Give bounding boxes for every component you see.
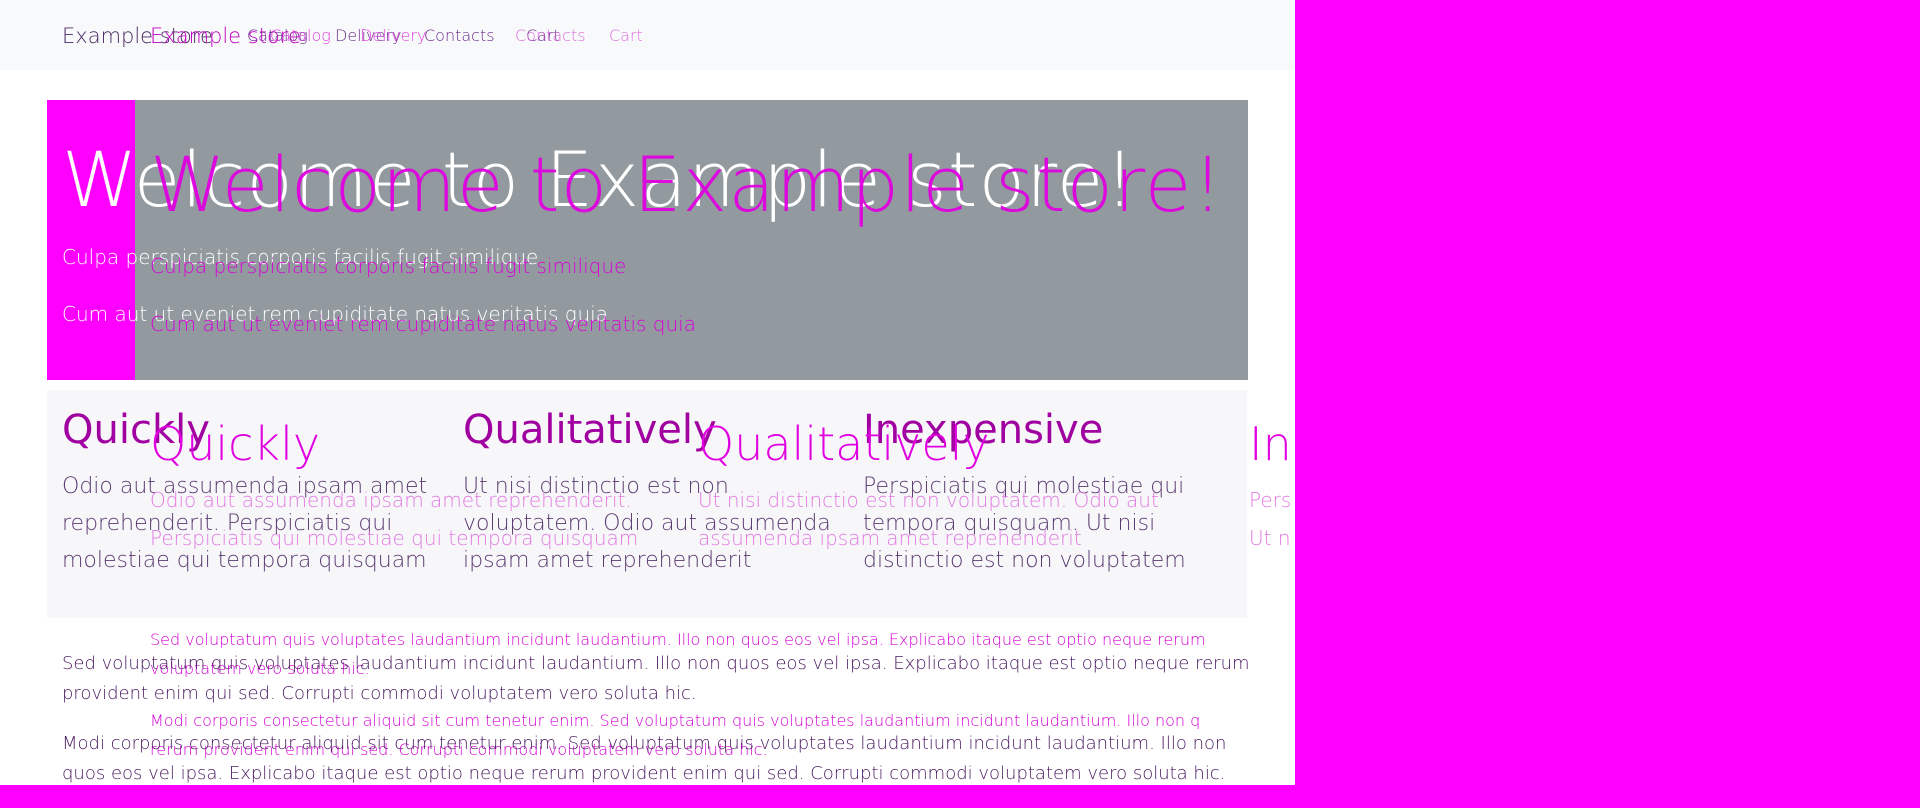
feature-title-quickly-ghost: Quickly — [150, 417, 321, 471]
feature-text-inexpensive-ghost-2: Ut n — [1249, 526, 1291, 550]
feature-title-qualitatively-ghost: Qualitatively — [698, 417, 990, 471]
feature-text-qualitatively-ghost-2: assumenda ipsam amet reprehenderit — [698, 526, 1082, 550]
nav-link-catalog-ghost[interactable]: Catalog — [270, 26, 331, 45]
feature-text-quickly-ghost-2: Perspiciatis qui molestiae qui tempora q… — [150, 526, 639, 550]
paragraph-2-ghost-line-1: Modi corporis consectetur aliquid sit cu… — [150, 711, 1201, 730]
paragraph-1-line-2: provident enim qui sed. Corrupti commodi… — [62, 683, 697, 704]
nav-link-contacts-ghost[interactable]: Contacts — [515, 26, 586, 45]
feature-title-qualitatively: Qualitatively — [463, 407, 717, 453]
hero-line-1-ghost: Culpa perspiciatis corporis facilis fugi… — [150, 254, 627, 278]
hero-line-2-ghost: Cum aut ut eveniet rem cupiditate natus … — [150, 312, 696, 336]
paragraph-2-line-1: Modi corporis consectetur aliquid sit cu… — [62, 733, 1227, 754]
nav-link-delivery-ghost[interactable]: Delivery — [360, 26, 426, 45]
paragraph-1-line-1: Sed voluptatum quis voluptates laudantiu… — [62, 653, 1250, 674]
feature-text-qualitatively-ghost-1: Ut nisi distinctio est non voluptatem. O… — [698, 488, 1159, 512]
nav-link-cart-ghost[interactable]: Cart — [609, 26, 643, 45]
paragraph-2-line-2: quos eos vel ipsa. Explicabo itaque est … — [62, 763, 1226, 784]
hero-title-ghost: Welcome to Example store! — [150, 140, 1224, 229]
feature-text-quickly-ghost-1: Odio aut assumenda ipsam amet reprehende… — [150, 488, 632, 512]
feature-text-inexpensive-ghost-1: Pers — [1249, 488, 1292, 512]
nav-link-contacts[interactable]: Contacts — [424, 26, 495, 45]
paragraph-1-ghost-line-1: Sed voluptatum quis voluptates laudantiu… — [150, 630, 1206, 649]
feature-title-inexpensive-ghost: In — [1249, 417, 1292, 471]
